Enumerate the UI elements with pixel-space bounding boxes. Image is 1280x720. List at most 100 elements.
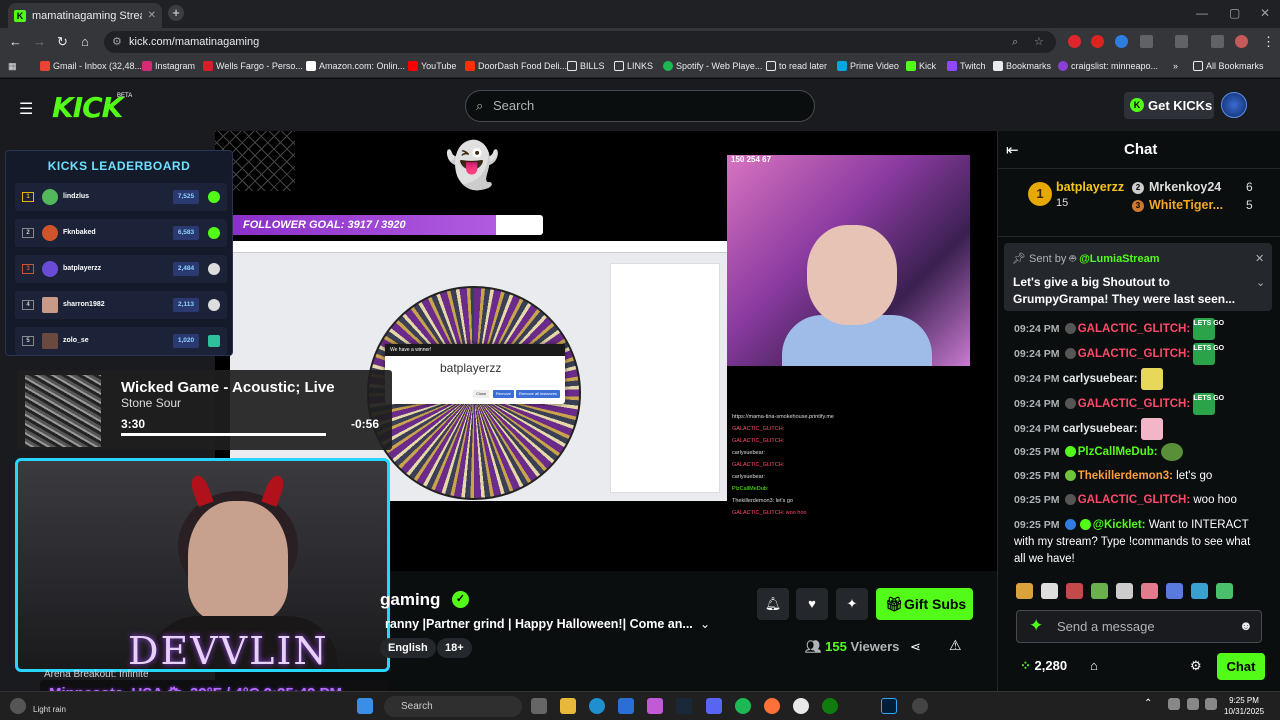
reload-icon[interactable]: ↻ (57, 34, 68, 50)
bookmark-youtube[interactable]: YouTube (408, 61, 456, 71)
edge-icon[interactable] (589, 698, 605, 714)
minimize-icon[interactable]: — (1196, 6, 1208, 20)
collapse-chat-icon[interactable]: ⇤ (1006, 141, 1019, 159)
bookmark-doordash[interactable]: DoorDash Food Deli... (465, 61, 567, 71)
notification-bell-button[interactable]: 🔔︎ (757, 588, 789, 620)
file-explorer-icon[interactable] (560, 698, 576, 714)
home-icon[interactable]: ⌂ (81, 34, 89, 49)
close-window-icon[interactable]: ✕ (1260, 6, 1270, 20)
tag-language[interactable]: English (380, 638, 436, 658)
bookmark-twitch[interactable]: Twitch (947, 61, 986, 71)
obs-icon[interactable] (912, 698, 928, 714)
profile-avatar[interactable] (1235, 35, 1248, 48)
task-view-icon[interactable] (531, 698, 547, 714)
new-tab-button[interactable]: + (168, 5, 184, 21)
chevron-down-icon[interactable]: ⌄ (700, 617, 710, 631)
bookmark-folder-read-later[interactable]: to read later (766, 61, 827, 71)
back-icon[interactable]: ← (9, 34, 22, 49)
report-warning-icon[interactable]: ⚠ (949, 637, 962, 654)
sidepanel-icon[interactable] (1175, 35, 1188, 48)
clip-button[interactable]: ✦ (836, 588, 868, 620)
maximize-icon[interactable]: ▢ (1229, 6, 1240, 20)
chrome-icon[interactable] (793, 698, 809, 714)
top-gifter-count: 15 (1056, 197, 1069, 209)
emoji-icon[interactable]: ☻ (1239, 618, 1253, 633)
third-gifter-name[interactable]: WhiteTiger... (1149, 198, 1223, 212)
sparkle-icon[interactable]: ✦ (1029, 616, 1043, 636)
discord-icon[interactable] (706, 698, 722, 714)
tag-mature[interactable]: 18+ (437, 638, 472, 658)
stream-title: ranny |Partner grind | Happy Halloween!|… (385, 617, 693, 631)
send-message-placeholder: Send a message (1057, 619, 1155, 634)
channel-name[interactable]: gaming (380, 590, 440, 610)
address-bar: ← → ↻ ⌂ ⚙ kick.com/mamatinagaming ⌕ ☆ ⋮ (0, 28, 1280, 56)
bookmarks-bar: ▦ Gmail - Inbox (32,48... Instagram Well… (0, 56, 1280, 78)
taskbar-search[interactable]: Search (384, 696, 522, 717)
chat-send-button[interactable]: Chat (1217, 653, 1265, 680)
user-avatar[interactable] (1221, 92, 1247, 118)
bookmark-bookmarks[interactable]: Bookmarks (993, 61, 1051, 71)
site-info-icon[interactable]: ⚙ (112, 31, 122, 53)
forward-icon[interactable]: → (33, 34, 46, 49)
get-kicks-button[interactable]: K Get KICKs (1124, 92, 1214, 119)
network-icon[interactable] (1168, 698, 1180, 710)
browser-tab[interactable]: K mamatinagaming Stream - Wa ✕ (8, 3, 162, 28)
follow-heart-button[interactable]: ♥ (796, 588, 828, 620)
spotify-icon[interactable] (735, 698, 751, 714)
copilot-icon[interactable] (647, 698, 663, 714)
url-input[interactable]: ⚙ kick.com/mamatinagaming ⌕ ☆ (104, 31, 1056, 53)
song-title: Wicked Game - Acoustic; Live (121, 379, 335, 396)
bookmark-amazon[interactable]: Amazon.com: Onlin... (306, 61, 405, 71)
bookmark-primevideo[interactable]: Prime Video (837, 61, 899, 71)
bookmark-folder-bills[interactable]: BILLS (567, 61, 605, 71)
store-icon[interactable]: ⌂ (1090, 658, 1098, 673)
firefox-icon[interactable] (764, 698, 780, 714)
battery-icon[interactable] (1205, 698, 1217, 710)
bookmark-kick[interactable]: Kick (906, 61, 936, 71)
apps-grid-icon[interactable]: ▦ (8, 61, 17, 72)
extension-icon[interactable] (1091, 35, 1104, 48)
xbox-icon[interactable] (822, 698, 838, 714)
weather-icon[interactable] (10, 698, 26, 714)
chat-message: 09:24 PM GALACTIC_GLITCH: LETS GO (1014, 343, 1268, 365)
browser-menu-icon[interactable]: ⋮ (1262, 34, 1275, 50)
emote-bar[interactable] (1016, 583, 1256, 601)
bookmark-craigslist[interactable]: craigslist: minneapo... (1058, 61, 1158, 71)
bookmark-gmail[interactable]: Gmail - Inbox (32,48... (40, 61, 142, 71)
share-icon[interactable]: ⋖ (910, 639, 921, 655)
photoshop-icon[interactable] (881, 698, 897, 714)
song-remaining: -0:56 (351, 417, 380, 431)
second-gifter-name[interactable]: Mrkenkoy24 (1149, 180, 1221, 194)
bookmark-folder-links[interactable]: LINKS (614, 61, 653, 71)
gear-icon[interactable]: ⚙ (1190, 658, 1202, 674)
volume-icon[interactable] (1187, 698, 1199, 710)
tab-title: mamatinagaming Stream - Wa (32, 9, 142, 22)
bookmark-wellsfargo[interactable]: Wells Fargo - Perso... (203, 61, 303, 71)
zoom-icon[interactable]: ⌕ (1012, 31, 1018, 53)
gift-subs-button[interactable]: 🎁︎ Gift Subs (876, 588, 973, 620)
extensions-puzzle-icon[interactable] (1140, 35, 1153, 48)
channel-points[interactable]: ⁘ 2,280 (1020, 658, 1067, 674)
all-bookmarks[interactable]: All Bookmarks (1193, 61, 1264, 71)
media-icon[interactable] (1211, 35, 1224, 48)
chevron-down-icon[interactable]: ⌄ (1256, 276, 1265, 289)
tray-chevron-icon[interactable]: ⌃ (1144, 698, 1160, 714)
bookmark-star-icon[interactable]: ☆ (1034, 31, 1044, 53)
search-icon: ⌕ (476, 98, 484, 113)
store-app-icon[interactable] (618, 698, 634, 714)
top-gifter-name[interactable]: batplayerzz (1056, 180, 1124, 194)
bookmark-spotify[interactable]: Spotify - Web Playe... (663, 61, 762, 71)
kick-logo[interactable]: KICK (52, 91, 123, 124)
start-icon[interactable] (357, 698, 373, 714)
hamburger-menu-icon[interactable]: ☰ (19, 99, 33, 119)
search-input[interactable]: ⌕ Search (465, 90, 815, 122)
tab-close-icon[interactable]: ✕ (148, 10, 156, 21)
extension-icon[interactable] (1068, 35, 1081, 48)
more-bookmarks-icon[interactable]: » (1173, 61, 1178, 71)
steam-icon[interactable] (676, 698, 692, 714)
bookmark-instagram[interactable]: Instagram (142, 61, 195, 71)
extension-icon[interactable] (1115, 35, 1128, 48)
unpin-icon[interactable]: ✕ (1255, 252, 1264, 265)
taskbar-clock[interactable]: 9:25 PM 10/31/2025 (1224, 695, 1264, 717)
send-message-input[interactable]: ✦ Send a message ☻ (1016, 610, 1262, 643)
